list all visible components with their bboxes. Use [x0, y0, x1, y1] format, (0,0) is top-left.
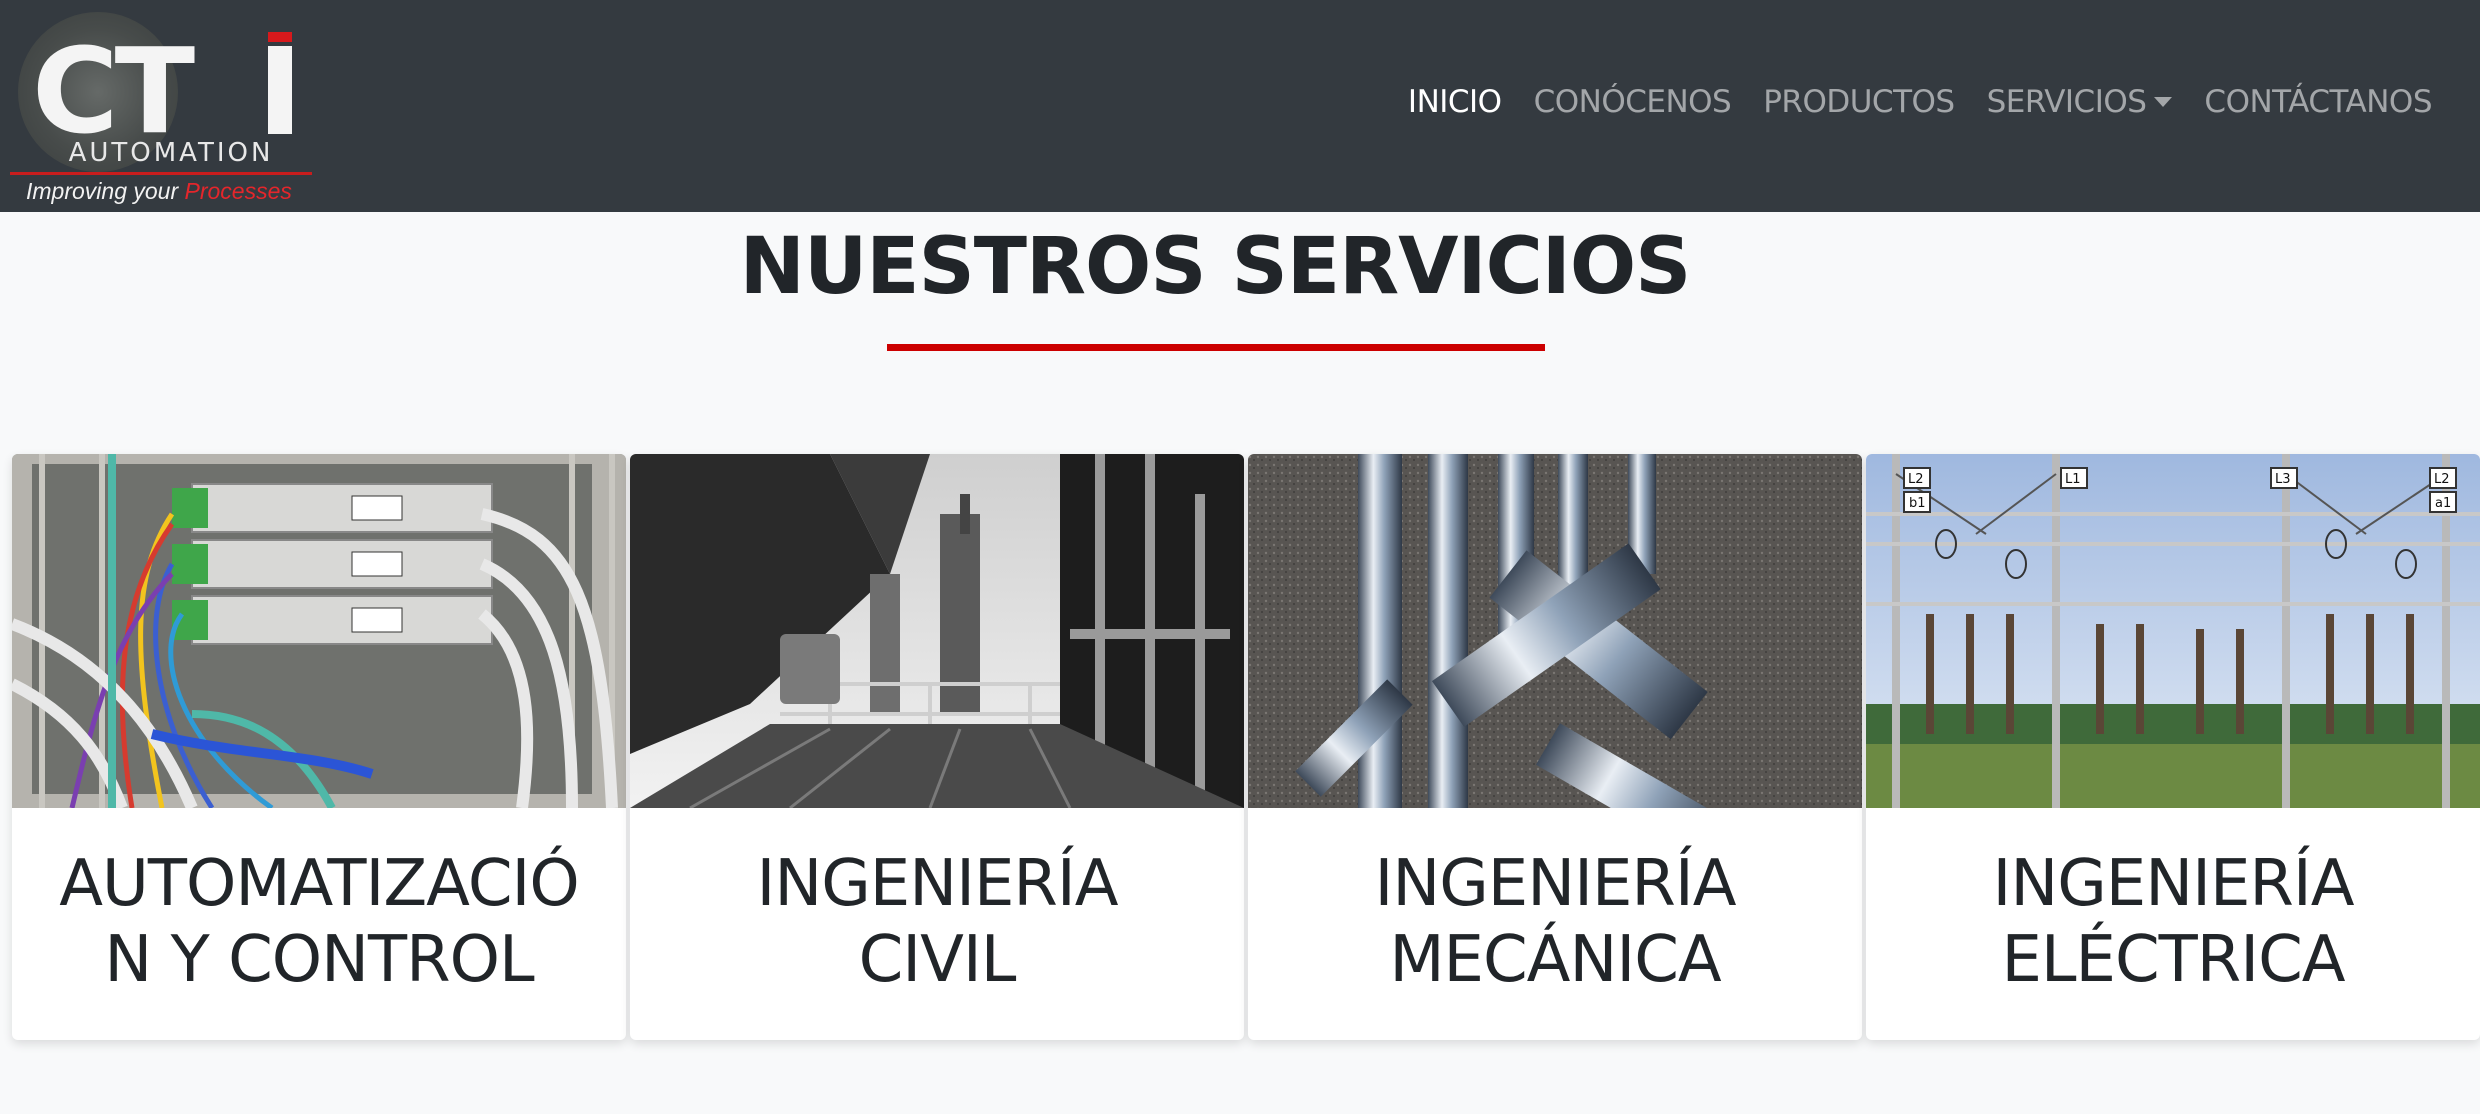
section-title: NUESTROS SERVICIOS [739, 222, 1692, 312]
nav-productos[interactable]: PRODUCTOS [1763, 84, 1955, 120]
nav-conocenos[interactable]: CONÓCENOS [1534, 84, 1732, 120]
title-underline [887, 344, 1545, 351]
substation-label: L3 [2275, 472, 2291, 487]
tagline-accent: Processes [184, 178, 292, 204]
service-title-line2: MECÁNICA [1389, 923, 1721, 997]
logo-i-dot [268, 32, 292, 42]
services-cards: AUTOMATIZACIÓ N Y CONTROL INGENIERÍA CIV… [12, 454, 2480, 1040]
substation-label: a1 [2435, 496, 2451, 511]
substation-label: L1 [2065, 472, 2081, 487]
logo-letters: CT [32, 22, 195, 160]
nav-servicios-label: SERVICIOS [1986, 84, 2147, 120]
service-title-line1: AUTOMATIZACIÓ [59, 847, 580, 921]
substation-label: L2 [2434, 472, 2450, 487]
service-title: INGENIERÍA MECÁNICA [1248, 846, 1862, 998]
service-title: INGENIERÍA CIVIL [630, 846, 1244, 998]
service-title-line1: INGENIERÍA [1374, 847, 1736, 921]
service-card-mecanica[interactable]: INGENIERÍA MECÁNICA [1248, 454, 1862, 1040]
logo-divider [10, 172, 312, 175]
control-panel-wiring-image [12, 454, 626, 808]
chevron-down-icon [2154, 97, 2173, 107]
logo-tagline: Improving your Processes [26, 178, 292, 205]
service-card-electrica[interactable]: L2 b1 L1 L3 L2 a1 INGENIERÍA ELÉCTRICA [1866, 454, 2480, 1040]
service-title-line2: CIVIL [858, 923, 1017, 997]
service-title-line1: INGENIERÍA [1992, 847, 2354, 921]
industrial-plant-image [630, 454, 1244, 808]
service-title-line2: ELÉCTRICA [2001, 923, 2345, 997]
tagline-prefix: Improving your [26, 178, 185, 204]
logo-subtitle: AUTOMATION [68, 138, 274, 168]
service-title-line1: INGENIERÍA [756, 847, 1118, 921]
top-navbar: CT AUTOMATION Improving your Processes I… [0, 0, 2480, 212]
nav-contactanos[interactable]: CONTÁCTANOS [2204, 84, 2432, 120]
logo-i-stem [268, 46, 292, 134]
service-title: AUTOMATIZACIÓ N Y CONTROL [12, 846, 626, 998]
service-card-civil[interactable]: INGENIERÍA CIVIL [630, 454, 1244, 1040]
nav-servicios[interactable]: SERVICIOS [1987, 84, 2173, 120]
steel-pipes-image [1248, 454, 1862, 808]
electrical-substation-image: L2 b1 L1 L3 L2 a1 [1866, 454, 2480, 808]
substation-label: L2 [1908, 472, 1924, 487]
main-nav: INICIO CONÓCENOS PRODUCTOS SERVICIOS CON… [1408, 84, 2433, 120]
cti-automation-logo[interactable]: CT AUTOMATION Improving your Processes [10, 8, 312, 204]
service-title: INGENIERÍA ELÉCTRICA [1866, 846, 2480, 998]
service-card-automatizacion[interactable]: AUTOMATIZACIÓ N Y CONTROL [12, 454, 626, 1040]
substation-label: b1 [1909, 496, 1926, 511]
service-title-line2: N Y CONTROL [104, 923, 534, 997]
nav-inicio[interactable]: INICIO [1408, 84, 1502, 120]
